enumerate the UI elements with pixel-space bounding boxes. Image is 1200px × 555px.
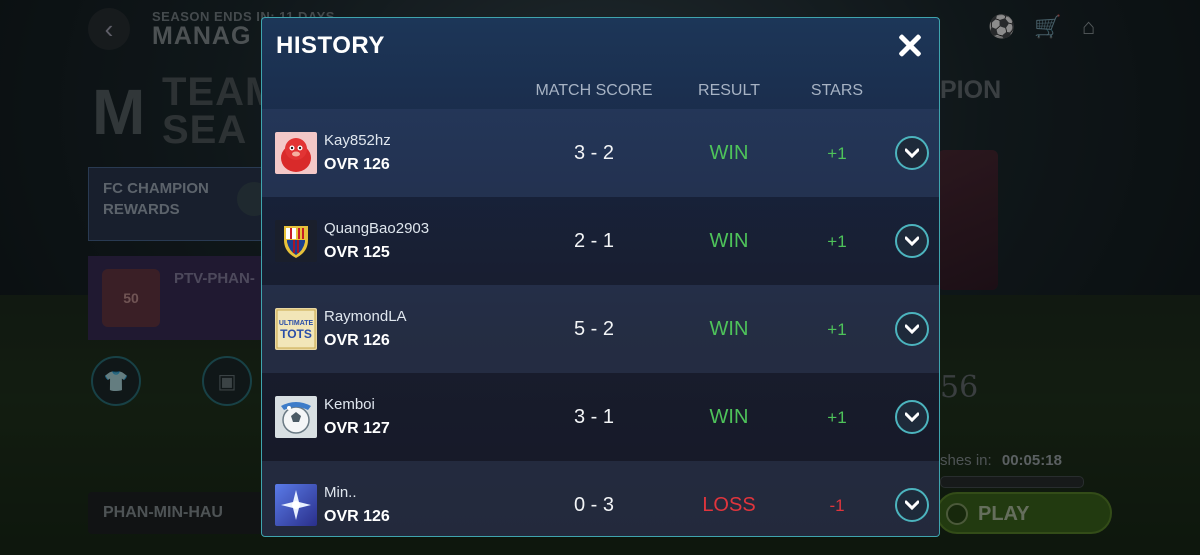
stars-change: -1 (829, 496, 845, 515)
history-modal: HISTORY MATCH SCORE RESULT STARS Kay852h… (261, 17, 940, 537)
match-result: WIN (709, 318, 749, 340)
opponent-ovr: OVR 126 (324, 508, 390, 525)
opponent-ovr: OVR 126 (324, 156, 390, 173)
stars-change: +1 (827, 408, 847, 427)
chevron-down-icon (905, 148, 919, 158)
chevron-down-icon (905, 412, 919, 422)
star-burst-icon (275, 484, 317, 526)
history-row: QuangBao2903 OVR 125 2 - 1 WIN +1 (262, 197, 939, 285)
expand-row-button[interactable] (895, 136, 929, 170)
opponent-name: Kay852hz (324, 132, 391, 149)
chevron-down-icon (905, 236, 919, 246)
close-icon[interactable] (893, 28, 927, 62)
modal-title: HISTORY (276, 32, 385, 59)
match-score: 3 - 1 (573, 406, 615, 428)
expand-row-button[interactable] (895, 312, 929, 346)
match-score: 5 - 2 (573, 318, 615, 340)
stars-change: +1 (827, 232, 847, 251)
header-result: RESULT (698, 82, 760, 99)
ultimate-tots-icon: ULTIMATE TOTS (275, 308, 317, 350)
chevron-down-icon (905, 324, 919, 334)
opponent-ovr: OVR 127 (324, 420, 390, 437)
opponent-name: Kemboi (324, 396, 375, 413)
red-mascot-icon (275, 132, 317, 174)
match-result: WIN (709, 142, 749, 164)
match-result: WIN (709, 406, 749, 428)
tots-text: TOTS (280, 327, 312, 341)
stars-change: +1 (827, 144, 847, 163)
header-match-score: MATCH SCORE (535, 82, 653, 99)
modal-header: HISTORY (262, 18, 939, 74)
column-headers: MATCH SCORE RESULT STARS (262, 74, 939, 108)
history-row: Min.. OVR 126 0 - 3 LOSS -1 (262, 461, 939, 536)
ball-mascot-icon (275, 396, 317, 438)
match-score: 2 - 1 (573, 230, 615, 252)
opponent-name: QuangBao2903 (324, 220, 430, 237)
header-stars: STARS (810, 82, 864, 99)
expand-row-button[interactable] (895, 488, 929, 522)
ultimate-text: ULTIMATE (279, 320, 314, 327)
match-score: 0 - 3 (573, 494, 615, 516)
opponent-name: Min.. (324, 484, 357, 501)
match-result: LOSS (702, 494, 756, 516)
match-result: WIN (709, 230, 749, 252)
history-row: Kemboi OVR 127 3 - 1 WIN +1 (262, 373, 939, 461)
opponent-ovr: OVR 126 (324, 332, 390, 349)
barcelona-crest-icon (275, 220, 317, 262)
stars-change: +1 (827, 320, 847, 339)
expand-row-button[interactable] (895, 224, 929, 258)
chevron-down-icon (905, 500, 919, 510)
history-row: ULTIMATE TOTS RaymondLA OVR 126 5 - 2 WI… (262, 285, 939, 373)
match-score: 3 - 2 (573, 142, 615, 164)
opponent-ovr: OVR 125 (324, 244, 390, 261)
history-row: Kay852hz OVR 126 3 - 2 WIN +1 (262, 109, 939, 197)
history-list: Kay852hz OVR 126 3 - 2 WIN +1 QuangBao29… (262, 109, 939, 536)
expand-row-button[interactable] (895, 400, 929, 434)
opponent-name: RaymondLA (324, 308, 407, 325)
